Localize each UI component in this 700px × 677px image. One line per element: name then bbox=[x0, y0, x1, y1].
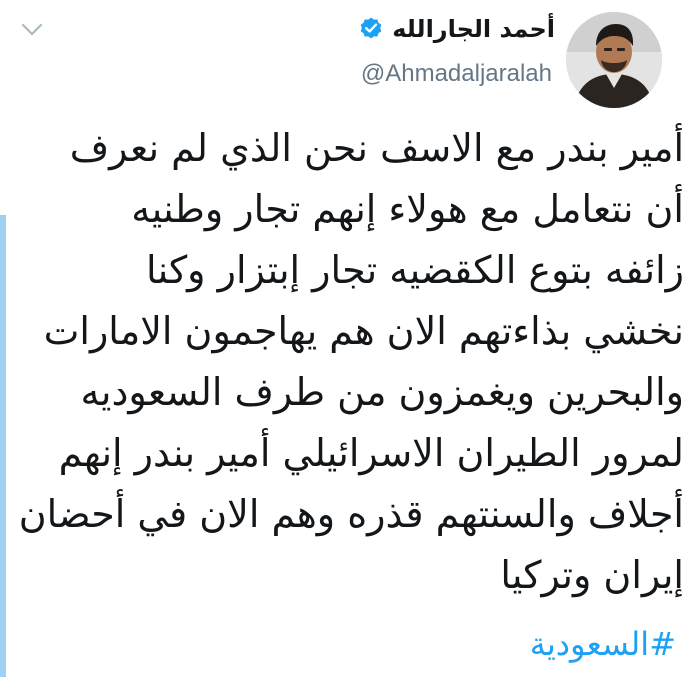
tweet-line: إيران وتركيا bbox=[500, 553, 684, 597]
verified-badge-icon bbox=[360, 17, 382, 39]
chevron-down-icon[interactable] bbox=[20, 20, 44, 40]
avatar[interactable] bbox=[566, 12, 662, 108]
tweet-card: أحمد الجارالله @Ahmadaljaralah أمير بندر… bbox=[0, 0, 700, 677]
tweet-line: زائفه بتوع الكقضيه تجار إبتزار وكنا bbox=[146, 248, 684, 292]
tweet-line: والبحرين ويغمزون من طرف السعوديه bbox=[80, 370, 684, 414]
tweet-line: لمرور الطيران الاسرائيلي أمير بندر إنهم bbox=[58, 431, 684, 475]
tweet-line: أمير بندر مع الاسف نحن الذي لم نعرف bbox=[69, 126, 684, 170]
hashtag-link[interactable]: #السعودية bbox=[530, 625, 676, 663]
author-handle[interactable]: @Ahmadaljaralah bbox=[361, 60, 552, 88]
thread-line bbox=[0, 215, 6, 677]
tweet-line: أن نتعامل مع هولاء إنهم تجار وطنيه bbox=[131, 187, 684, 231]
tweet-line: نخشي بذاءتهم الان هم يهاجمون الامارات bbox=[43, 309, 684, 353]
author-display-name[interactable]: أحمد الجارالله bbox=[392, 15, 555, 43]
profile-photo-icon bbox=[566, 12, 662, 108]
tweet-line: أجلاف والسنتهم قذره وهم الان في أحضان bbox=[18, 492, 684, 536]
author-name-row[interactable]: أحمد الجارالله bbox=[358, 14, 555, 44]
tweet-body: أمير بندر مع الاسف نحن الذي لم نعرف أن ن… bbox=[18, 118, 684, 606]
